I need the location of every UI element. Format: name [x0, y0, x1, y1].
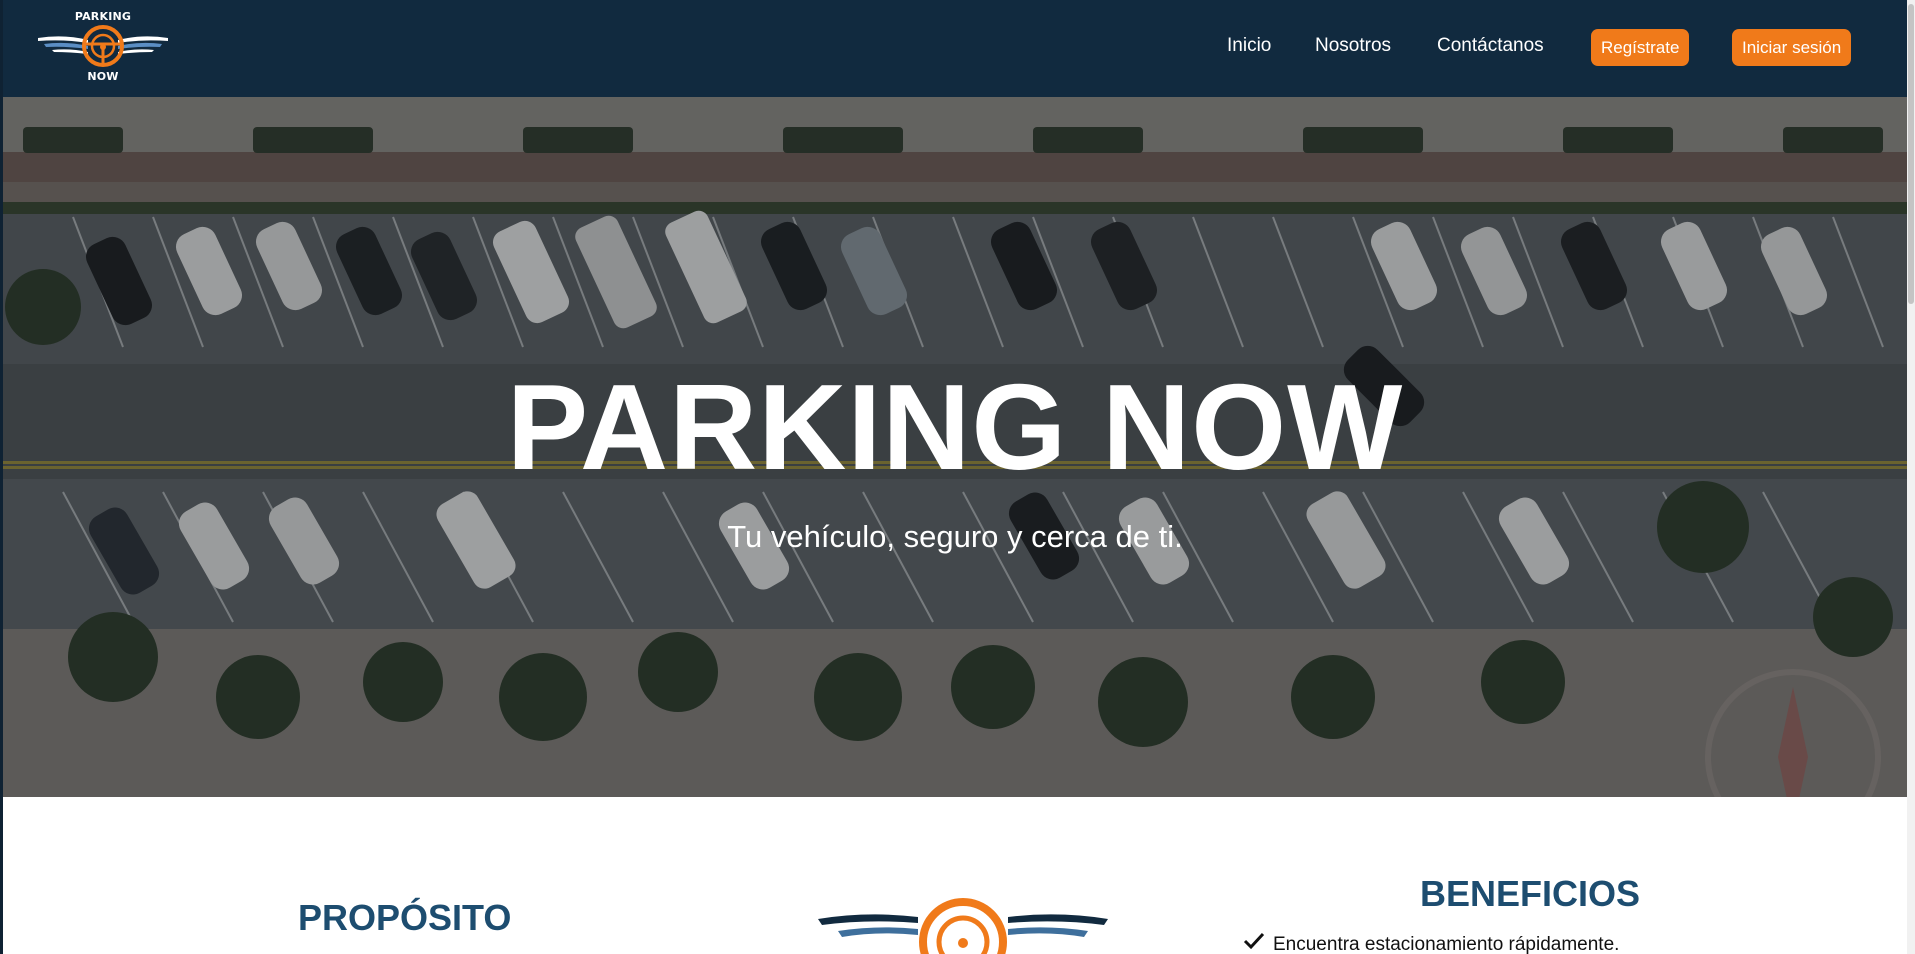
brand-logo[interactable]: PARKING NOW — [34, 8, 172, 88]
logo-text-top: PARKING — [74, 10, 132, 23]
purpose-heading: PROPÓSITO — [298, 897, 512, 938]
hero-subtitle: Tu vehículo, seguro y cerca de ti. — [727, 519, 1183, 554]
steering-wheel-wings-icon — [818, 898, 1108, 954]
benefit-item: Encuentra estacionamiento rápidamente. — [1243, 932, 1619, 954]
window-edge — [0, 0, 3, 954]
check-icon — [1243, 932, 1265, 954]
top-navbar: PARKING NOW Inicio Nosotros Contáctanos … — [0, 0, 1907, 97]
register-button[interactable]: Regístrate — [1591, 29, 1690, 66]
nav-link-contactanos[interactable]: Contáctanos — [1437, 35, 1544, 57]
info-section: PROPÓSITO BENEFICIOS Encuentra estaciona… — [3, 797, 1907, 954]
steering-wheel-wings-icon — [38, 25, 168, 67]
benefit-text: Encuentra estacionamiento rápidamente. — [1273, 934, 1620, 954]
nav-link-inicio[interactable]: Inicio — [1227, 35, 1271, 57]
nav-link-nosotros[interactable]: Nosotros — [1315, 35, 1391, 57]
logo-text-bottom: NOW — [87, 70, 119, 83]
benefits-heading: BENEFICIOS — [1420, 873, 1641, 914]
scrollbar-thumb[interactable] — [1908, 4, 1914, 304]
login-button[interactable]: Iniciar sesión — [1732, 29, 1852, 66]
hero-banner: PARKING NOW Tu vehículo, seguro y cerca … — [3, 97, 1907, 797]
hero-title: PARKING NOW — [506, 359, 1404, 495]
